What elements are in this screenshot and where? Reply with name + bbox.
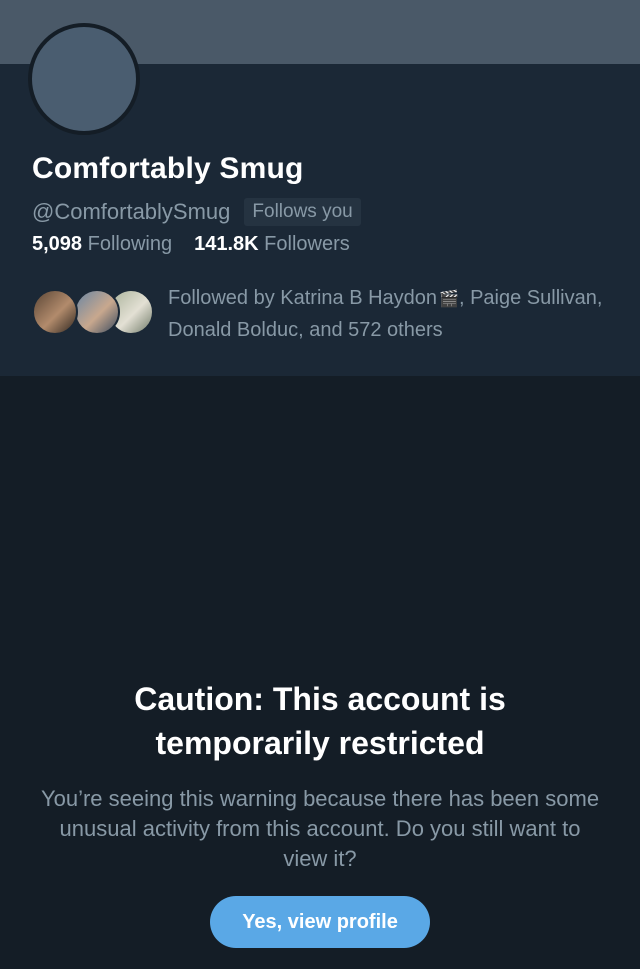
caution-title-line-1: Caution: This account is xyxy=(134,681,506,717)
mutual-follower-avatar xyxy=(74,289,120,335)
caution-title-line-2: temporarily restricted xyxy=(155,725,485,761)
following-count: 5,098 xyxy=(32,233,83,255)
view-profile-button[interactable]: Yes, view profile xyxy=(210,896,430,948)
clapper-board-icon: 🎬 xyxy=(439,291,459,308)
display-name: Comfortably Smug xyxy=(32,152,304,185)
followed-by-section[interactable]: Followed by Katrina B Haydon 🎬, Paige Sul… xyxy=(32,283,632,343)
followers-count: 141.8K xyxy=(194,233,259,255)
follows-you-badge: Follows you xyxy=(244,198,361,226)
user-handle: @ComfortablySmug xyxy=(32,199,231,224)
follow-counts: 5,098 Following 141.8K Followers xyxy=(32,233,350,256)
followers-label: Followers xyxy=(264,233,350,255)
mutual-follower-avatar xyxy=(32,289,78,335)
handle-row: @ComfortablySmug Follows you xyxy=(32,198,361,226)
following-label: Following xyxy=(87,233,173,255)
caution-title: Caution: This account is temporarily res… xyxy=(0,677,640,765)
followed-by-prefix: Followed by Katrina B Haydon xyxy=(168,287,438,309)
followed-by-text: Followed by Katrina B Haydon 🎬, Paige Sul… xyxy=(168,283,608,345)
following-link[interactable]: 5,098 Following xyxy=(32,233,172,256)
caution-message: You’re seeing this warning because there… xyxy=(40,786,600,871)
profile-avatar[interactable] xyxy=(28,23,140,135)
followers-link[interactable]: 141.8K Followers xyxy=(194,233,350,256)
